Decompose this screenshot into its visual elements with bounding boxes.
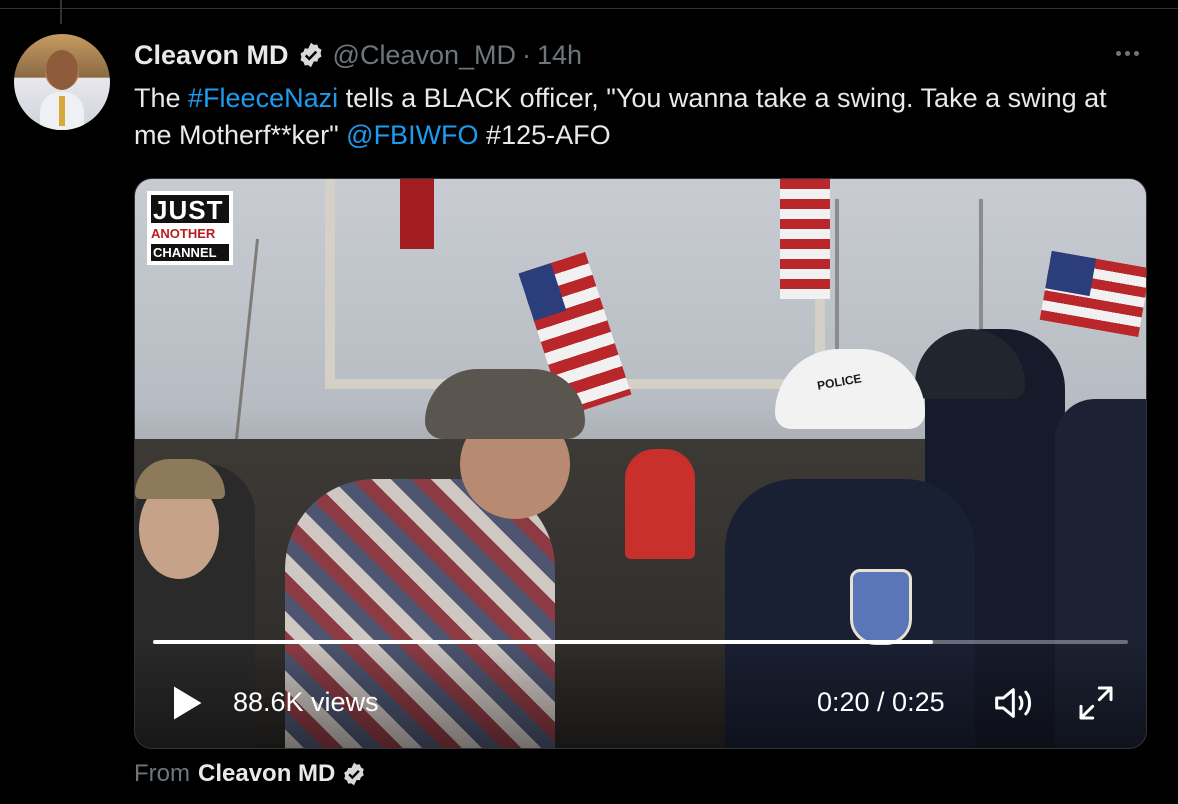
more-dot xyxy=(1124,50,1130,56)
watermark-line: JUST xyxy=(151,195,229,223)
scene-police-patch xyxy=(850,569,912,645)
play-icon[interactable] xyxy=(163,681,207,725)
more-dot xyxy=(1133,50,1139,56)
video-progress-fill xyxy=(153,640,933,644)
avatar-tie xyxy=(59,96,65,126)
hashtag-link[interactable]: #FleeceNazi xyxy=(188,83,338,113)
source-name[interactable]: Cleavon MD xyxy=(198,760,335,788)
video-player[interactable]: POLICE JUST ANOTHER CHANNEL 88.6K views … xyxy=(134,178,1147,749)
scene-man-hat xyxy=(425,369,585,439)
volume-icon[interactable] xyxy=(991,683,1039,723)
more-icon[interactable] xyxy=(1110,38,1144,68)
top-divider xyxy=(0,0,1178,9)
fullscreen-icon[interactable] xyxy=(1075,683,1117,723)
meta-separator: · xyxy=(522,39,532,70)
more-dot xyxy=(1115,50,1121,56)
tweet-source: From Cleavon MD xyxy=(134,760,367,788)
view-count: 88.6K views xyxy=(233,687,379,717)
mention-link[interactable]: @FBIWFO xyxy=(346,120,478,150)
verified-badge-icon xyxy=(300,42,322,68)
scene-flag xyxy=(780,179,830,299)
tweet-time[interactable]: 14h xyxy=(537,40,582,71)
video-progress-bar[interactable] xyxy=(153,640,1128,644)
text-segment: #125-AFO xyxy=(478,120,611,150)
video-time: 0:20 / 0:25 xyxy=(817,687,945,717)
tweet-header: Cleavon MD @Cleavon_MD · 14h xyxy=(134,38,582,72)
source-label: From xyxy=(134,760,190,787)
channel-watermark: JUST ANOTHER CHANNEL xyxy=(147,191,233,265)
thread-line xyxy=(60,0,62,24)
helmet-label: POLICE xyxy=(816,371,863,393)
verified-badge-icon xyxy=(344,762,365,786)
watermark-line: ANOTHER xyxy=(151,226,216,241)
scene-flag xyxy=(400,179,434,249)
watermark-line: CHANNEL xyxy=(151,244,229,261)
text-segment: The xyxy=(134,83,189,113)
avatar-face xyxy=(46,50,78,90)
avatar[interactable] xyxy=(14,34,110,130)
author-handle[interactable]: @Cleavon_MD xyxy=(333,40,516,71)
tweet-text: The #FleeceNazi tells a BLACK officer, "… xyxy=(134,80,1144,154)
author-name[interactable]: Cleavon MD xyxy=(134,40,289,71)
scene-person xyxy=(625,449,695,559)
